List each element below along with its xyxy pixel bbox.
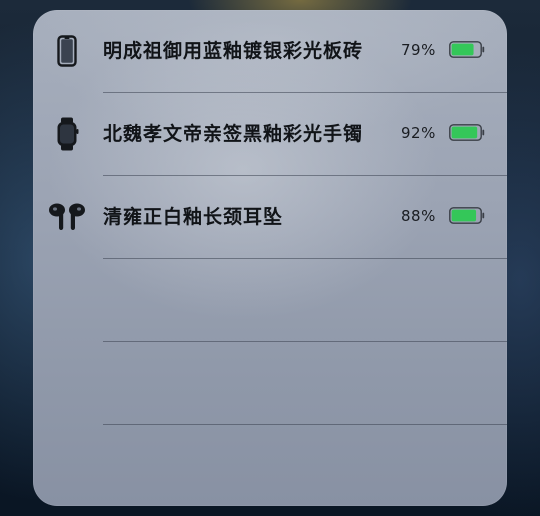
battery-indicator [449,124,485,141]
device-name: 明成祖御用蓝釉镀银彩光板砖 [103,40,364,62]
empty-slot [33,425,507,506]
empty-slot [33,259,507,342]
battery-percent: 79% [401,41,436,59]
apple-watch-icon [51,117,83,151]
device-row-phone: 明成祖御用蓝釉镀银彩光板砖 79% [33,10,507,93]
device-name: 清雍正白釉长颈耳坠 [103,206,284,228]
device-row-watch: 北魏孝文帝亲签黑釉彩光手镯 92% [33,93,507,176]
battery-indicator [449,207,485,224]
battery-percent: 92% [401,124,436,142]
device-name: 北魏孝文帝亲签黑釉彩光手镯 [103,123,364,145]
empty-slot [33,342,507,425]
iphone-icon [51,34,83,68]
battery-indicator [449,41,485,58]
device-row-earbuds: 清雍正白釉长颈耳坠 88% [33,176,507,259]
batteries-widget: 明成祖御用蓝釉镀银彩光板砖 79% 北魏孝文帝亲签黑釉彩光手镯 92% 清雍正白… [33,10,507,506]
airpods-icon [47,200,87,234]
battery-percent: 88% [401,207,436,225]
